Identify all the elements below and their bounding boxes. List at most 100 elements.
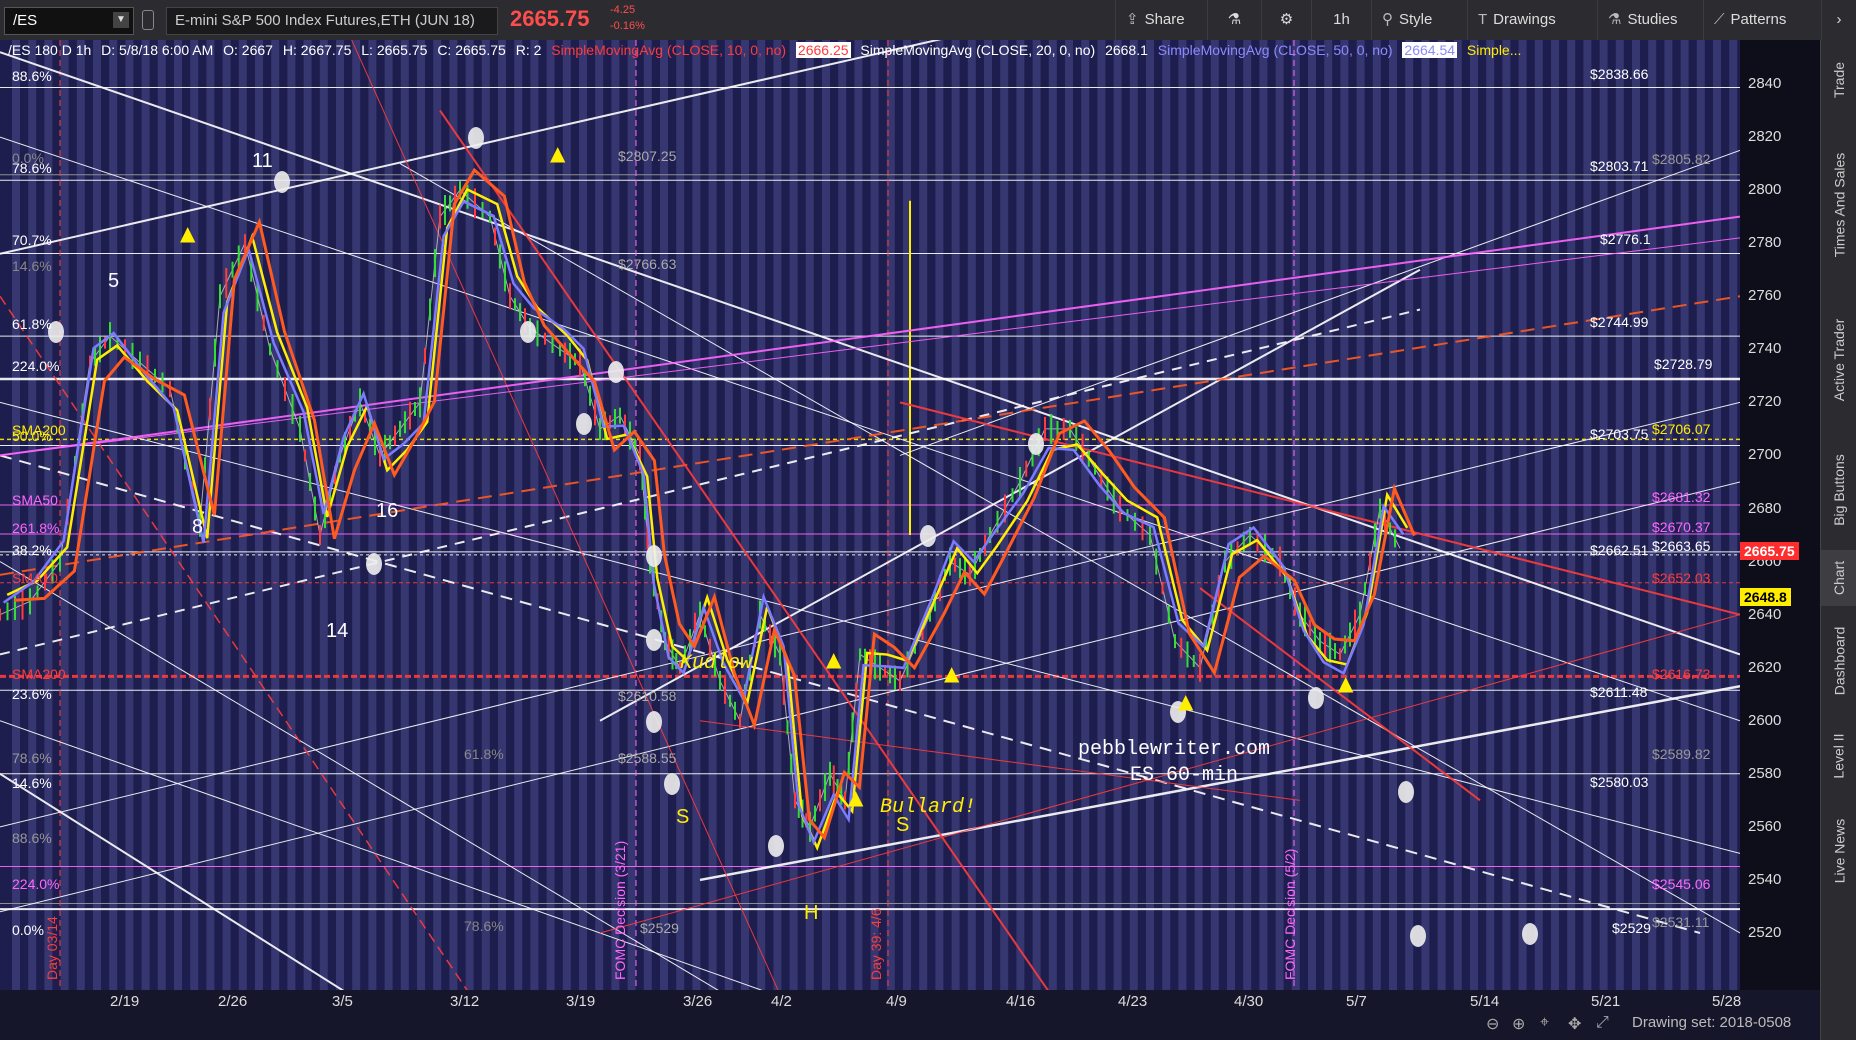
sidebar-tab-active-trader[interactable]: Active Trader: [1821, 290, 1856, 430]
sidebar-tab-times-and-sales[interactable]: Times And Sales: [1821, 120, 1856, 290]
patterns-button[interactable]: ⟋ Patterns: [1703, 0, 1821, 40]
sidebar-tab-label: Big Buttons: [1831, 454, 1848, 526]
session-stripe: [1097, 40, 1106, 990]
session-stripe: [125, 40, 134, 990]
time-tick-label: 3/12: [450, 993, 480, 1010]
fib-label: 23.6%: [12, 686, 52, 702]
net-change: -4.25: [610, 4, 636, 16]
session-stripe: [12, 40, 20, 990]
time-tick-label: 5/28: [1712, 993, 1742, 1010]
level-label-magenta: $2545.06: [1652, 876, 1711, 892]
session-stripe: [757, 40, 766, 990]
fib-label: 224.0%: [12, 876, 60, 892]
sidebar-tab-big-buttons[interactable]: Big Buttons: [1821, 430, 1856, 550]
sidebar-tab-dashboard[interactable]: Dashboard: [1821, 606, 1856, 716]
timeframe-note: ES 60-min: [1130, 764, 1239, 787]
settings-button[interactable]: ⚙: [1261, 0, 1311, 40]
sma20-label: SimpleMovingAvg (CLOSE, 20, 0, no): [860, 42, 1096, 58]
sidebar-tab-level-ii[interactable]: Level II: [1821, 716, 1856, 796]
top-toolbar: /ES ▼ E-mini S&P 500 Index Futures,ETH (…: [0, 0, 1856, 41]
share-button[interactable]: ⇪ Share: [1115, 0, 1207, 40]
symbol-description: E-mini S&P 500 Index Futures,ETH (JUN 18…: [166, 7, 498, 35]
session-stripe: [627, 40, 636, 990]
time-tick-label: 3/26: [683, 993, 713, 1010]
level-label-faint: $2805.82: [1652, 151, 1711, 167]
time-axis[interactable]: Drawing set: 2018-0508 ⊖ ⊕ ⌖ ✥ ⤢: [0, 990, 1820, 1040]
timeframe-button[interactable]: 1h: [1311, 0, 1371, 40]
level-label: $2803.71: [1590, 158, 1649, 174]
resize-icon[interactable]: ⤢: [1596, 1014, 1609, 1032]
fib-label: 261.8%: [12, 520, 60, 536]
session-stripe: [984, 40, 992, 990]
session-stripe: [1308, 40, 1316, 990]
session-stripe: [1453, 40, 1462, 990]
drawing-set-label[interactable]: Drawing set: 2018-0508: [1632, 1014, 1791, 1031]
kudlow-annotation: Kudlow: [680, 652, 753, 675]
level-label-sma10: $2652.03: [1652, 570, 1711, 586]
sidebar-tab-label: Chart: [1830, 560, 1847, 596]
session-stripe: [1486, 40, 1495, 990]
svg-text:▲: ▲: [1338, 671, 1354, 695]
sidebar-tab-label: Trade: [1831, 61, 1847, 99]
session-stripe: [1534, 40, 1543, 990]
sidebar-tab-trade[interactable]: Trade: [1821, 40, 1856, 120]
session-stripe: [692, 40, 701, 990]
time-tick-label: 5/21: [1591, 993, 1621, 1010]
fib-label-faint: 61.8%: [464, 746, 504, 762]
level-label-sma200: $2706.07: [1652, 421, 1711, 437]
fomc-event-label: FOMC Decision (3/21): [612, 840, 628, 980]
price-tick-label: 2820: [1748, 128, 1782, 146]
drawings-button[interactable]: T Drawings: [1467, 0, 1597, 40]
time-tick-label: 4/9: [886, 993, 907, 1010]
pan-icon[interactable]: ✥: [1568, 1014, 1581, 1034]
session-stripe: [1664, 40, 1673, 990]
session-stripe: [724, 40, 733, 990]
chart-label: /ES 180 D 1h: [8, 42, 92, 58]
sma50-label: SimpleMovingAvg (CLOSE, 50, 0, no): [1157, 42, 1393, 58]
sidebar-tab-live-news[interactable]: Live News: [1821, 796, 1856, 906]
more-button[interactable]: ›: [1821, 0, 1856, 40]
price-tick-label: 2580: [1748, 764, 1782, 782]
symbol-description-text: E-mini S&P 500 Index Futures,ETH (JUN 18…: [175, 12, 475, 29]
session-stripe: [514, 40, 523, 990]
price-chart[interactable]: ▲ ▲ ▲ ▲ ▲ ▲ ▲: [0, 40, 1740, 990]
flask-icon: ⚗: [1227, 11, 1242, 28]
session-stripe: [741, 40, 749, 990]
symbol-input[interactable]: /ES ▼: [4, 7, 134, 35]
bar-close: C: 2665.75: [437, 42, 506, 58]
level-label: $2744.99: [1590, 314, 1649, 330]
zoom-out-icon[interactable]: ⊖: [1486, 1014, 1499, 1034]
session-stripe: [1632, 40, 1640, 990]
session-stripe: [1518, 40, 1527, 990]
wave-label: 5: [108, 270, 120, 292]
sidebar-tab-label: Dashboard: [1831, 626, 1847, 696]
session-stripe: [1437, 40, 1446, 990]
price-tick-label: 2700: [1748, 446, 1782, 464]
crosshair-icon[interactable]: ⌖: [1540, 1014, 1549, 1032]
last-price: 2665.75: [510, 6, 590, 31]
pivot-marker: [468, 127, 484, 149]
session-stripe: [400, 40, 409, 990]
level-label-faint: $2529: [640, 920, 679, 936]
flask-button[interactable]: ⚗: [1207, 0, 1261, 40]
fib-label: 0.0%: [12, 922, 44, 938]
fib-label-faint: 0.0%: [12, 150, 44, 166]
link-icon[interactable]: [142, 10, 154, 30]
studies-button[interactable]: ⚗ Studies: [1597, 0, 1703, 40]
price-tick-label: 2520: [1748, 924, 1782, 941]
level-label-faint: $2766.63: [618, 256, 677, 272]
sidebar-tab-chart[interactable]: Chart: [1821, 550, 1856, 606]
session-stripe: [1291, 40, 1300, 990]
session-stripe: [93, 40, 101, 990]
sma50-value: 2664.54: [1402, 42, 1458, 58]
price-tick-label: 2780: [1748, 234, 1782, 252]
chevron-down-icon[interactable]: ▼: [113, 12, 129, 28]
wave-label: 16: [376, 500, 399, 522]
pivot-marker: [920, 525, 936, 547]
more-studies[interactable]: Simple...: [1467, 42, 1521, 58]
price-tick-label: 2720: [1748, 393, 1782, 411]
style-button[interactable]: ⚲ Style: [1371, 0, 1467, 40]
zoom-in-icon[interactable]: ⊕: [1512, 1014, 1525, 1034]
bullard-annotation: Bullard!: [880, 796, 977, 819]
sma10-label: SimpleMovingAvg (CLOSE, 10, 0, no): [551, 42, 787, 58]
